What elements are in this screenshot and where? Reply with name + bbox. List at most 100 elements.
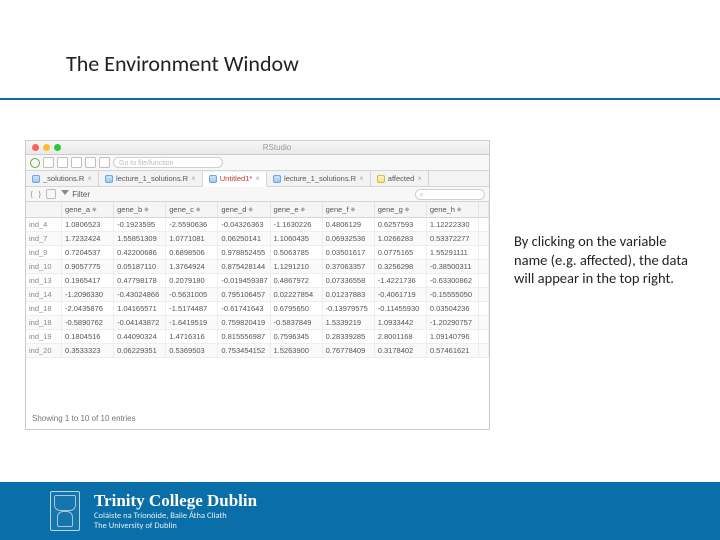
column-header[interactable]: gene_e◆	[271, 202, 323, 218]
table-icon	[377, 175, 385, 183]
cell: 0.57461621	[427, 344, 479, 358]
column-header[interactable]: gene_c◆	[166, 202, 218, 218]
cell: 0.1804516	[62, 330, 114, 344]
cell: 0.6795650	[271, 302, 323, 316]
cell: 1.0266283	[375, 232, 427, 246]
sort-icon[interactable]: ◆	[301, 206, 306, 213]
popout-icon[interactable]	[46, 189, 56, 199]
cell: 0.795106457	[218, 288, 270, 302]
cell: 0.44090324	[114, 330, 166, 344]
close-icon[interactable]: ×	[359, 174, 364, 183]
slide-caption: By clicking on the variable name (e.g. a…	[514, 232, 699, 288]
cell: -0.1923595	[114, 218, 166, 232]
row-index: ind_14	[26, 288, 62, 302]
open-file-icon[interactable]	[57, 157, 68, 168]
tab-affected[interactable]: affected×	[371, 171, 429, 186]
window-title: RStudio	[65, 143, 489, 152]
close-icon[interactable]: ×	[417, 174, 422, 183]
zoom-icon	[54, 144, 61, 151]
cell: 0.6898506	[166, 246, 218, 260]
cell: 0.1965417	[62, 274, 114, 288]
rstudio-screenshot: RStudio Go to file/function _solutions.R…	[25, 140, 490, 430]
cell: -0.38500311	[427, 260, 479, 274]
viewer-toolbar: ⟨ ⟩ Filter	[26, 187, 489, 202]
tab-untitled[interactable]: Untitled1*×	[203, 172, 267, 187]
save-all-icon[interactable]	[85, 157, 96, 168]
tab-lecture-1[interactable]: lecture_1_solutions.R×	[99, 171, 203, 186]
tab-lecture-1b[interactable]: lecture_1_solutions.R×	[267, 171, 371, 186]
column-header[interactable]: gene_g◆	[375, 202, 427, 218]
sort-icon[interactable]: ◆	[351, 206, 356, 213]
sort-icon[interactable]: ◆	[92, 206, 97, 213]
slide-title: The Environment Window	[66, 50, 299, 77]
cell: 0.01237883	[323, 288, 375, 302]
sort-icon[interactable]: ◆	[248, 206, 253, 213]
cell: 0.07336558	[323, 274, 375, 288]
tab-solutions[interactable]: _solutions.R×	[26, 171, 99, 186]
close-icon[interactable]: ×	[255, 174, 260, 183]
save-icon[interactable]	[71, 157, 82, 168]
column-label: gene_e	[274, 205, 299, 214]
close-icon[interactable]: ×	[87, 174, 92, 183]
column-label: gene_b	[117, 205, 142, 214]
university-name: Trinity College Dublin	[94, 491, 257, 511]
column-label: gene_d	[221, 205, 246, 214]
row-header-corner	[26, 202, 62, 218]
cell: -0.61741643	[218, 302, 270, 316]
row-index: ind_19	[26, 330, 62, 344]
close-icon	[32, 144, 39, 151]
cell: 0.753454152	[218, 344, 270, 358]
column-header[interactable]: gene_b◆	[114, 202, 166, 218]
tab-label: lecture_1_solutions.R	[284, 174, 356, 183]
cell: 1.4716316	[166, 330, 218, 344]
column-header[interactable]: gene_d◆	[218, 202, 270, 218]
back-icon[interactable]: ⟨	[30, 190, 33, 199]
cell-extra	[479, 344, 489, 358]
search-input[interactable]	[415, 189, 485, 200]
window-titlebar: RStudio	[26, 141, 489, 155]
tab-label: Untitled1*	[220, 174, 253, 183]
column-label: gene_a	[65, 205, 90, 214]
cell: 1.04165571	[114, 302, 166, 316]
forward-icon[interactable]: ⟩	[38, 190, 41, 199]
cell-extra	[479, 218, 489, 232]
cell: -1.5174487	[166, 302, 218, 316]
cell: -0.04143872	[114, 316, 166, 330]
title-divider	[0, 98, 720, 100]
new-file-icon[interactable]	[30, 158, 40, 168]
cell: 0.37063357	[323, 260, 375, 274]
goto-file-input[interactable]: Go to file/function	[113, 157, 223, 168]
cell: 0.06250141	[218, 232, 270, 246]
column-label: gene_g	[378, 205, 403, 214]
cell: -1.6419519	[166, 316, 218, 330]
row-index: ind_18	[26, 316, 62, 330]
cell: -1.4221736	[375, 274, 427, 288]
column-header[interactable]: gene_h◆	[427, 202, 479, 218]
new-project-icon[interactable]	[43, 157, 54, 168]
close-icon[interactable]: ×	[191, 174, 196, 183]
row-index: ind_20	[26, 344, 62, 358]
column-label: gene_f	[326, 205, 349, 214]
sort-icon[interactable]: ◆	[144, 206, 149, 213]
cell: -0.63300862	[427, 274, 479, 288]
print-icon[interactable]	[99, 157, 110, 168]
filter-label: Filter	[72, 190, 90, 199]
cell: 0.47798178	[114, 274, 166, 288]
cell: 0.03501617	[323, 246, 375, 260]
rfile-icon	[273, 175, 281, 183]
cell: 1.0771081	[166, 232, 218, 246]
row-index: ind_10	[26, 260, 62, 274]
cell: 1.1291210	[271, 260, 323, 274]
sort-icon[interactable]: ◆	[405, 206, 410, 213]
cell: 0.3533323	[62, 344, 114, 358]
slide-footer: Trinity College Dublin Coláiste na Tríon…	[0, 482, 720, 540]
column-header[interactable]: gene_f◆	[323, 202, 375, 218]
cell: -2.0435876	[62, 302, 114, 316]
column-header[interactable]: gene_a◆	[62, 202, 114, 218]
cell: -0.5837849	[271, 316, 323, 330]
sort-icon[interactable]: ◆	[196, 206, 201, 213]
cell: 0.5369503	[166, 344, 218, 358]
cell: 1.3764924	[166, 260, 218, 274]
sort-icon[interactable]: ◆	[457, 206, 462, 213]
filter-button[interactable]: Filter	[61, 190, 90, 199]
